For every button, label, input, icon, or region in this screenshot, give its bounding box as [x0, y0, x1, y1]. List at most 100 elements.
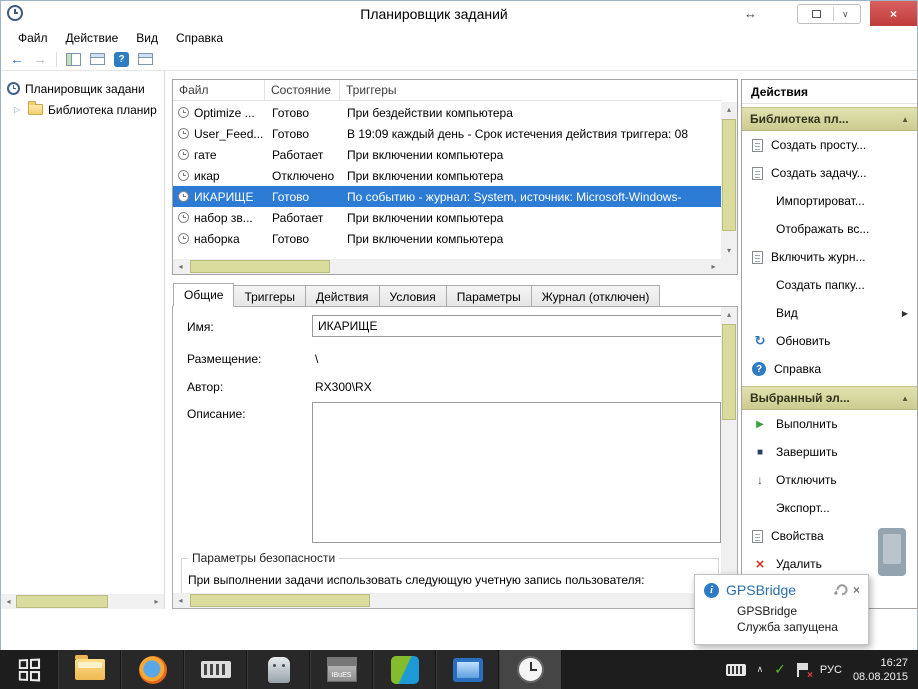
- notification-close-icon[interactable]: ×: [853, 583, 860, 597]
- table-row[interactable]: User_Feed...ГотовоВ 19:09 каждый день - …: [173, 123, 721, 144]
- taskbar-app-photo-viewer[interactable]: [436, 650, 499, 689]
- scroll-thumb[interactable]: [722, 119, 736, 231]
- back-icon[interactable]: ←: [10, 51, 24, 67]
- tab-actions[interactable]: Действия: [305, 285, 380, 307]
- tab-settings[interactable]: Параметры: [446, 285, 532, 307]
- scroll-track[interactable]: [16, 594, 149, 609]
- collapse-icon[interactable]: ▲: [901, 115, 909, 124]
- scroll-left-icon[interactable]: ◂: [1, 594, 16, 609]
- task-list-vscrollbar[interactable]: ▴ ▾: [721, 102, 737, 258]
- column-header-triggers[interactable]: Триггеры: [340, 80, 721, 100]
- tab-general[interactable]: Общие: [173, 283, 234, 307]
- action-item[interactable]: ↓Отключить: [742, 466, 917, 494]
- titlebar[interactable]: Планировщик заданий ↔ ∨ ×: [1, 1, 917, 27]
- table-row[interactable]: набор зв...РаботаетПри включении компьют…: [173, 207, 721, 228]
- menu-file[interactable]: Файл: [9, 28, 57, 48]
- scroll-track[interactable]: [188, 593, 706, 608]
- name-input[interactable]: [312, 315, 724, 337]
- scroll-right-icon[interactable]: ▸: [706, 259, 721, 274]
- action-label: Отображать вс...: [776, 222, 869, 236]
- scroll-left-icon[interactable]: ◂: [173, 593, 188, 608]
- menu-help[interactable]: Справка: [167, 28, 232, 48]
- scroll-right-icon[interactable]: ▸: [149, 594, 164, 609]
- action-item[interactable]: Включить журн...: [742, 243, 917, 271]
- taskbar-app-ibues-box[interactable]: IBuES: [310, 650, 373, 689]
- action-item[interactable]: ■Завершить: [742, 438, 917, 466]
- action-label: Создать папку...: [776, 278, 865, 292]
- action-item[interactable]: Импортироват...: [742, 187, 917, 215]
- scroll-thumb[interactable]: [190, 260, 330, 273]
- table-row[interactable]: наборкаГотовоПри включении компьютера: [173, 228, 721, 249]
- folder-icon: [28, 104, 43, 115]
- tree-hscrollbar[interactable]: ◂ ▸: [1, 594, 164, 609]
- task-list-hscrollbar[interactable]: ◂ ▸: [173, 259, 721, 274]
- forward-icon[interactable]: →: [33, 51, 47, 67]
- tab-history[interactable]: Журнал (отключен): [531, 285, 661, 307]
- tray-chevron-icon[interactable]: ∧: [757, 664, 764, 675]
- taskbar-app-clock-app[interactable]: [499, 650, 562, 689]
- table-row[interactable]: ИКАРИЩЕГотовоПо событию - журнал: System…: [173, 186, 721, 207]
- close-button[interactable]: ×: [870, 1, 917, 26]
- tab-triggers[interactable]: Триггеры: [233, 285, 306, 307]
- scroll-track[interactable]: [721, 117, 737, 243]
- scroll-thumb[interactable]: [722, 324, 736, 420]
- action-item[interactable]: Создать задачу...: [742, 159, 917, 187]
- clock-app-icon: [517, 656, 544, 683]
- scroll-track[interactable]: [188, 259, 706, 274]
- task-name: ИКАРИЩЕ: [194, 190, 254, 204]
- menu-view[interactable]: Вид: [127, 28, 167, 48]
- scroll-down-icon[interactable]: ▾: [721, 243, 737, 258]
- action-item[interactable]: ?Справка: [742, 355, 917, 383]
- action-center-flag-icon[interactable]: ×: [797, 663, 809, 677]
- action-section-header[interactable]: Выбранный эл...▲: [742, 386, 917, 410]
- column-header-status[interactable]: Состояние: [265, 80, 340, 100]
- taskbar-app-keyboard-app[interactable]: [184, 650, 247, 689]
- taskbar-app-explorer-folder[interactable]: [58, 650, 121, 689]
- taskbar-app-robot-app[interactable]: [247, 650, 310, 689]
- table-row[interactable]: Optimize ...ГотовоПри бездействии компью…: [173, 102, 721, 123]
- tab-conditions[interactable]: Условия: [379, 285, 447, 307]
- taskbar-app-bluestacks[interactable]: [373, 650, 436, 689]
- task-clock-icon: [178, 128, 189, 139]
- tree-expand-icon[interactable]: ▷: [14, 105, 23, 114]
- restore-window-icon[interactable]: [812, 10, 821, 18]
- menu-action[interactable]: Действие: [57, 28, 128, 48]
- action-item[interactable]: ▶Выполнить: [742, 410, 917, 438]
- chevron-down-icon[interactable]: ∨: [842, 9, 849, 20]
- scroll-up-icon[interactable]: ▴: [721, 102, 737, 117]
- tree-item-task-scheduler[interactable]: Планировщик задани: [1, 78, 164, 99]
- detail-vscrollbar[interactable]: ▴ ▾: [721, 307, 737, 592]
- touch-keyboard-icon[interactable]: [726, 664, 746, 676]
- action-item[interactable]: Создать папку...: [742, 271, 917, 299]
- antivirus-check-icon[interactable]: ✓: [774, 661, 786, 678]
- window-controls[interactable]: ∨: [797, 4, 861, 24]
- show-console-tree-icon[interactable]: [66, 53, 81, 66]
- scroll-left-icon[interactable]: ◂: [173, 259, 188, 274]
- action-item[interactable]: ↻Обновить: [742, 327, 917, 355]
- language-indicator[interactable]: РУС: [820, 664, 842, 676]
- description-field[interactable]: [312, 402, 721, 543]
- export-list-icon[interactable]: [90, 53, 105, 65]
- table-row[interactable]: икарОтключеноПри включении компьютера: [173, 165, 721, 186]
- help-icon[interactable]: ?: [114, 52, 129, 67]
- taskbar-app-firefox[interactable]: [121, 650, 184, 689]
- notification-popup[interactable]: i GPSBridge × GPSBridge Служба запущена: [694, 574, 869, 645]
- tree-item-task-library[interactable]: ▷ Библиотека планир: [1, 99, 164, 120]
- action-item[interactable]: Экспорт...: [742, 494, 917, 522]
- action-item[interactable]: Отображать вс...: [742, 215, 917, 243]
- scroll-thumb[interactable]: [16, 595, 108, 608]
- column-header-file[interactable]: Файл: [173, 80, 265, 100]
- collapse-icon[interactable]: ▲: [901, 394, 909, 403]
- table-row[interactable]: гатеРаботаетПри включении компьютера: [173, 144, 721, 165]
- detail-hscrollbar[interactable]: ◂ ▸: [173, 593, 721, 608]
- scroll-thumb[interactable]: [190, 594, 370, 607]
- wrench-icon[interactable]: [834, 585, 844, 595]
- action-pane-icon[interactable]: [138, 53, 153, 65]
- action-item[interactable]: Вид▶: [742, 299, 917, 327]
- scroll-up-icon[interactable]: ▴: [721, 307, 737, 322]
- taskbar-clock[interactable]: 16:27 08.08.2015: [853, 656, 908, 684]
- start-button[interactable]: [0, 650, 58, 689]
- action-item[interactable]: Создать просту...: [742, 131, 917, 159]
- scroll-track[interactable]: [721, 322, 737, 577]
- action-section-header[interactable]: Библиотека пл...▲: [742, 107, 917, 131]
